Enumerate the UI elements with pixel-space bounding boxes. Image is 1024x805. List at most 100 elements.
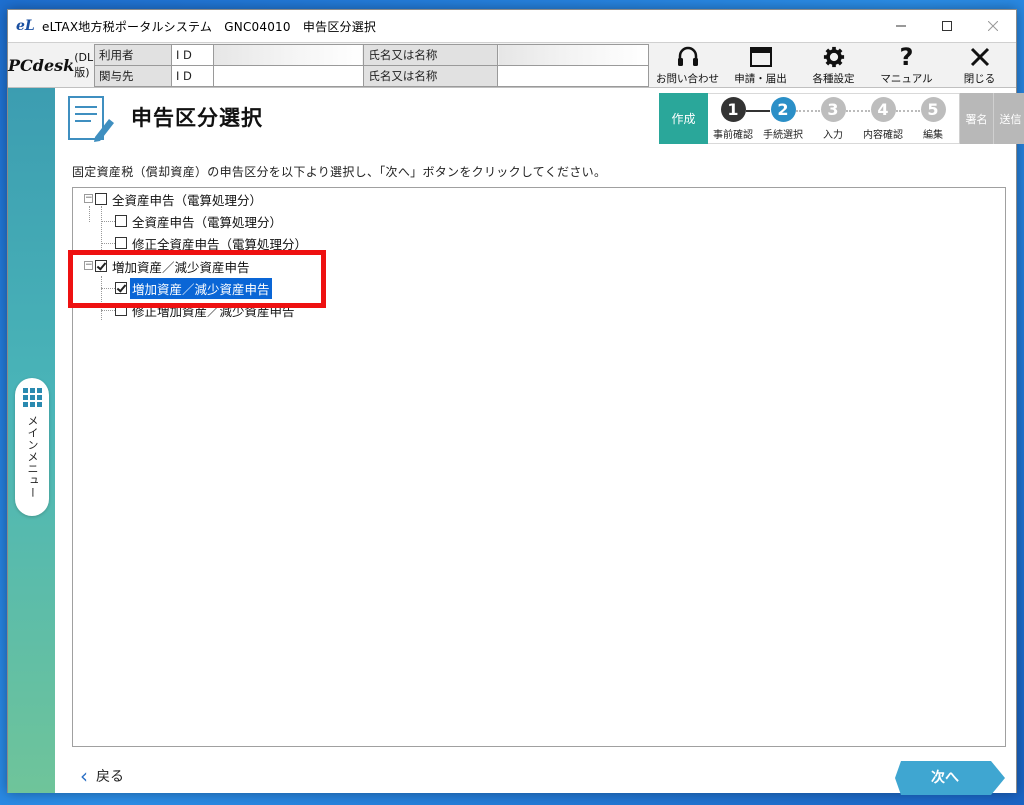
user-id-label: I D	[171, 44, 214, 66]
client-name-value	[497, 65, 649, 87]
tree-guide	[101, 276, 102, 320]
close-x-icon	[988, 21, 998, 31]
tree-node-group2-item1[interactable]: 増加資産／減少資産申告	[115, 277, 272, 299]
declaration-tree: − 全資産申告（電算処理分） 全資産申告（電算処理分） 修正全資産申告（電算処理…	[68, 187, 1006, 747]
settings-label: 各種設定	[812, 73, 855, 85]
tree-guide	[89, 206, 90, 222]
tree-guide	[101, 288, 115, 289]
step-track: 1 事前確認 2 手続選択 3 入力 4 内容確認 5 編集	[708, 93, 959, 144]
checkbox-group2[interactable]	[95, 260, 107, 272]
maximize-icon	[942, 21, 952, 31]
progress-steps: 作成 1 事前確認 2 手続選択 3 入力 4 内容確認 5 編集 署名 送信	[659, 93, 1024, 144]
close-app-label: 閉じる	[963, 73, 996, 85]
step-3: 3 入力	[808, 97, 858, 141]
window-title: eLTAX地方税ポータルシステム GNC04010 申告区分選択	[42, 19, 377, 34]
brand-main: PCdesk	[8, 56, 75, 75]
user-id-value	[212, 44, 365, 66]
user-name-value	[497, 44, 649, 66]
application-label: 申請・届出	[734, 73, 787, 85]
tree-guide	[101, 243, 115, 244]
window-controls	[878, 10, 1016, 42]
step-1: 1 事前確認	[708, 97, 758, 141]
step-5-label: 編集	[923, 130, 943, 141]
next-button[interactable]: 次へ	[895, 761, 1005, 795]
checkbox-group1[interactable]	[95, 193, 107, 205]
step-2-number: 2	[770, 97, 796, 122]
step-create-label: 作成	[659, 93, 708, 144]
brand-sub: (DL版)	[74, 51, 94, 79]
app-window: eL eLTAX地方税ポータルシステム GNC04010 申告区分選択 PCde…	[7, 9, 1024, 795]
tree-node-label: 増加資産／減少資産申告	[130, 277, 272, 299]
client-row-label: 関与先	[94, 65, 172, 87]
left-rail: メインメニュー	[8, 88, 55, 793]
instruction-text: 固定資産税（償却資産）の申告区分を以下より選択し、「次へ」ボタンをクリックしてく…	[72, 165, 607, 179]
application-button[interactable]: 申請・届出	[724, 43, 797, 88]
tree-node-label: 全資産申告（電算処理分）	[112, 192, 263, 208]
next-label: 次へ	[931, 770, 959, 786]
user-name-label: 氏名又は名称	[363, 44, 499, 66]
tree-node-group2-item2[interactable]: 修正増加資産／減少資産申告	[115, 300, 297, 320]
step-send: 送信	[993, 93, 1024, 144]
user-info-table: 利用者 I D 氏名又は名称 関与先 I D 氏名又は名称	[94, 44, 649, 87]
tree-guide	[101, 310, 115, 311]
tree-guide	[101, 221, 115, 222]
document-edit-icon	[68, 96, 114, 142]
checkbox-group2-item1[interactable]	[115, 282, 127, 294]
grid-menu-icon	[22, 388, 42, 407]
step-3-number: 3	[820, 97, 846, 122]
client-id-label: I D	[171, 65, 214, 87]
manual-button[interactable]: ? マニュアル	[870, 43, 943, 88]
headset-icon	[677, 46, 698, 66]
window-icon	[749, 47, 772, 67]
client-name-label: 氏名又は名称	[363, 65, 499, 87]
tree-node-group1[interactable]: 全資産申告（電算処理分）	[95, 189, 264, 209]
step-5: 5 編集	[908, 97, 958, 141]
back-label: 戻る	[96, 769, 124, 785]
step-sign: 署名	[959, 93, 993, 144]
collapse-toggle-group2[interactable]: −	[84, 261, 93, 270]
checkbox-group2-item2[interactable]	[115, 304, 127, 316]
eltax-logo-icon: eL	[16, 18, 35, 34]
tree-node-group1-item1[interactable]: 全資産申告（電算処理分）	[115, 211, 284, 231]
app-header: PCdesk (DL版) 利用者 I D 氏名又は名称 関与先 I D 氏名又は名…	[8, 42, 1016, 88]
step-3-label: 入力	[823, 130, 843, 141]
contact-label: お問い合わせ	[656, 73, 719, 85]
collapse-toggle-group1[interactable]: −	[84, 194, 93, 203]
tree-node-label: 修正増加資産／減少資産申告	[132, 303, 295, 319]
tree-node-label: 全資産申告（電算処理分）	[132, 214, 283, 230]
checkbox-group1-item1[interactable]	[115, 215, 127, 227]
tree-node-group1-item2[interactable]: 修正全資産申告（電算処理分）	[115, 233, 309, 253]
tree-node-group2[interactable]: 増加資産／減少資産申告	[95, 256, 252, 276]
toolbar: お問い合わせ 申請・届出 各種設定 ? マニュアル 閉じる	[651, 43, 1016, 88]
step-2-label: 手続選択	[763, 130, 803, 141]
minimize-button[interactable]	[878, 10, 924, 42]
manual-label: マニュアル	[880, 73, 933, 85]
tree-node-label: 修正全資産申告（電算処理分）	[132, 236, 308, 252]
maximize-button[interactable]	[924, 10, 970, 42]
pcdesk-logo: PCdesk (DL版)	[8, 43, 94, 88]
user-row-label: 利用者	[94, 44, 172, 66]
back-button[interactable]: ‹ 戻る	[80, 766, 124, 786]
chevron-left-icon: ‹	[80, 764, 88, 788]
step-4-label: 内容確認	[863, 130, 903, 141]
step-2: 2 手続選択	[758, 97, 808, 141]
step-5-number: 5	[920, 97, 946, 122]
window-close-button[interactable]	[970, 10, 1016, 42]
step-1-number: 1	[720, 97, 746, 122]
tree-node-label: 増加資産／減少資産申告	[112, 259, 250, 275]
step-4: 4 内容確認	[858, 97, 908, 141]
contact-button[interactable]: お問い合わせ	[651, 43, 724, 88]
step-4-number: 4	[870, 97, 896, 122]
client-id-value	[212, 65, 365, 87]
main-menu-button[interactable]: メインメニュー	[15, 378, 49, 516]
page-title: 申告区分選択	[131, 106, 263, 130]
question-icon: ?	[899, 43, 914, 71]
main-content: 申告区分選択 作成 1 事前確認 2 手続選択 3 入力 4 内容確認 5 編集…	[55, 88, 1024, 795]
close-icon	[970, 47, 989, 67]
settings-button[interactable]: 各種設定	[797, 43, 870, 88]
close-app-button[interactable]: 閉じる	[943, 43, 1016, 88]
checkbox-group1-item2[interactable]	[115, 237, 127, 249]
page-header: 申告区分選択 作成 1 事前確認 2 手続選択 3 入力 4 内容確認 5 編集…	[55, 88, 1024, 148]
gear-icon	[823, 46, 844, 68]
step-1-label: 事前確認	[713, 130, 753, 141]
